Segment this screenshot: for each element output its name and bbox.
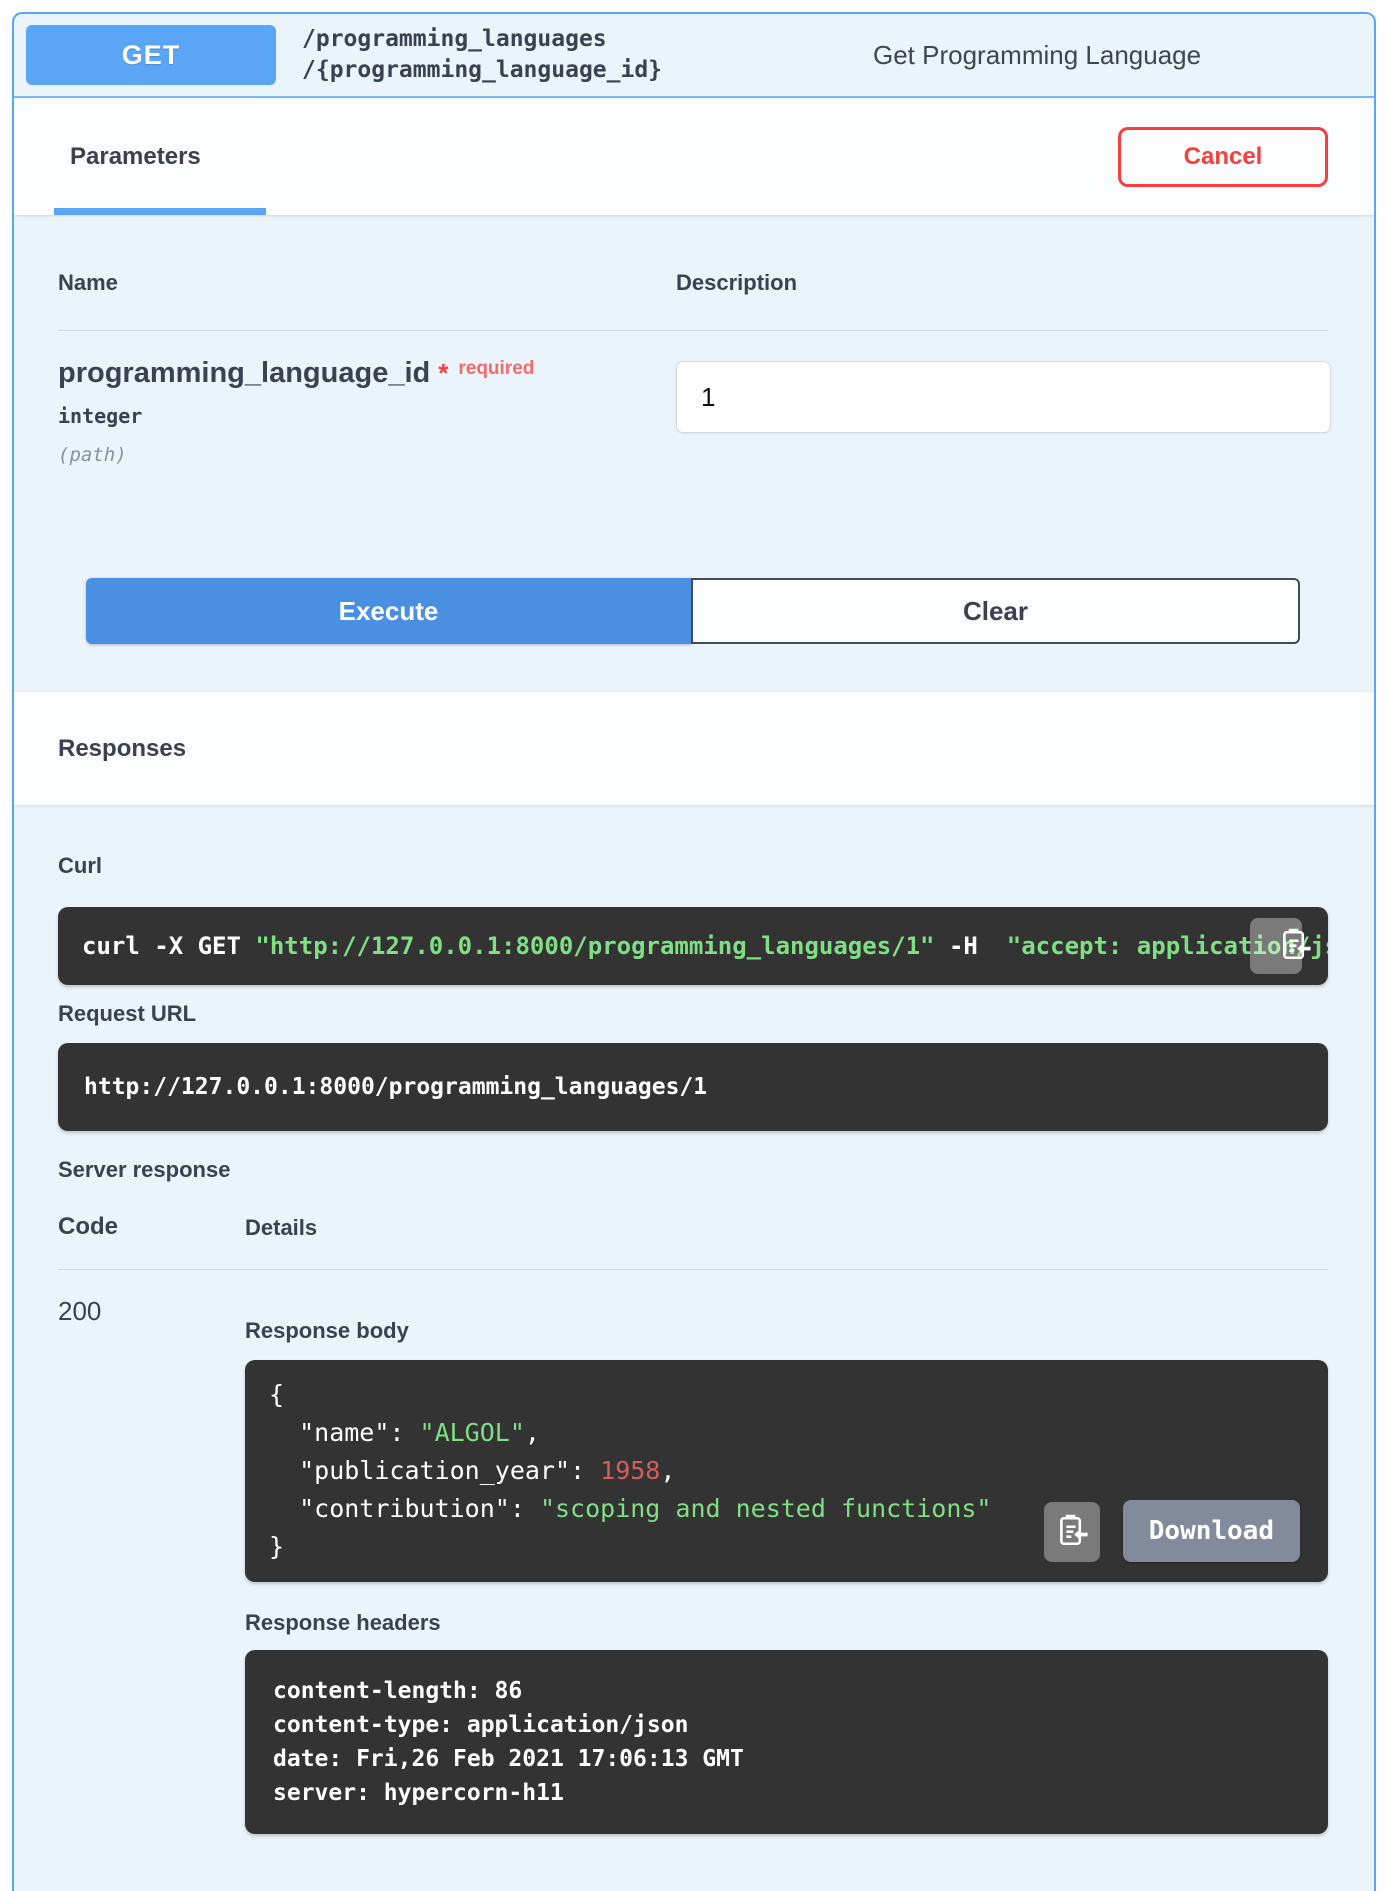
parameter-name-cell: programming_language_id * required integer… — [58, 357, 676, 466]
code-column-header: Code — [58, 1213, 245, 1241]
required-label: required — [458, 358, 534, 379]
responses-title: Responses — [58, 735, 186, 763]
endpoint-summary: Get Programming Language — [873, 40, 1362, 71]
active-tab-underline — [54, 208, 266, 215]
curl-label: Curl — [58, 853, 1328, 879]
execute-button[interactable]: Execute — [86, 578, 691, 644]
request-url-value: http://127.0.0.1:8000/programming_langua… — [58, 1043, 1328, 1131]
response-code: 200 — [58, 1296, 245, 1834]
endpoint-path-line2: /{programming_language_id} — [302, 55, 847, 86]
details-column-header: Details — [245, 1215, 1328, 1241]
endpoint-path: /programming_languages /{programming_lan… — [302, 24, 847, 86]
response-headers-block: content-length: 86content-type: applicat… — [245, 1650, 1328, 1834]
cancel-button[interactable]: Cancel — [1118, 127, 1328, 187]
description-column-header: Description — [676, 270, 1328, 296]
request-url-label: Request URL — [58, 1001, 1328, 1027]
parameters-content: Name Description programming_language_id… — [14, 270, 1374, 692]
response-row: 200 Response body { "name": "ALGOL", "pu… — [58, 1270, 1328, 1834]
get-method-badge: GET — [26, 25, 276, 85]
responses-section-header: Responses — [14, 692, 1374, 805]
curl-command: curl -X GET "http://127.0.0.1:8000/progr… — [58, 907, 1328, 985]
required-star: * — [438, 358, 448, 388]
operation-block: GET /programming_languages /{programming… — [12, 12, 1376, 1891]
parameters-table-header: Name Description — [58, 270, 1328, 331]
server-response-label: Server response — [58, 1157, 1328, 1183]
clipboard-copy-icon — [1055, 1512, 1089, 1553]
server-response-table-header: Code Details — [58, 1213, 1328, 1270]
name-column-header: Name — [58, 270, 676, 296]
clipboard-copy-icon — [1240, 911, 1311, 982]
tab-parameters[interactable]: Parameters — [54, 98, 266, 215]
parameter-location: (path) — [58, 444, 676, 466]
response-headers-label: Response headers — [245, 1610, 1328, 1636]
parameters-section-header: Parameters Cancel — [14, 98, 1374, 215]
download-button[interactable]: Download — [1123, 1500, 1300, 1562]
response-body-json: { "name": "ALGOL", "publication_year": 1… — [245, 1360, 1328, 1582]
parameter-name: programming_language_id — [58, 357, 430, 389]
parameter-value-input[interactable] — [676, 361, 1331, 433]
parameters-tab-label: Parameters — [54, 143, 201, 171]
operation-summary-header[interactable]: GET /programming_languages /{programming… — [14, 14, 1374, 98]
curl-copy-button[interactable] — [1250, 918, 1302, 974]
response-body-copy-button[interactable] — [1044, 1502, 1100, 1562]
response-body-label: Response body — [245, 1318, 1328, 1344]
response-details-cell: Response body { "name": "ALGOL", "public… — [245, 1296, 1328, 1834]
execute-button-group: Execute Clear — [86, 578, 1300, 644]
responses-content: Curl curl -X GET "http://127.0.0.1:8000/… — [14, 853, 1374, 1864]
endpoint-path-line1: /programming_languages — [302, 24, 847, 55]
parameter-type: integer — [58, 404, 676, 428]
clear-button[interactable]: Clear — [691, 578, 1300, 644]
parameter-row: programming_language_id * required integer… — [58, 357, 1328, 466]
parameter-description-cell — [676, 357, 1331, 466]
